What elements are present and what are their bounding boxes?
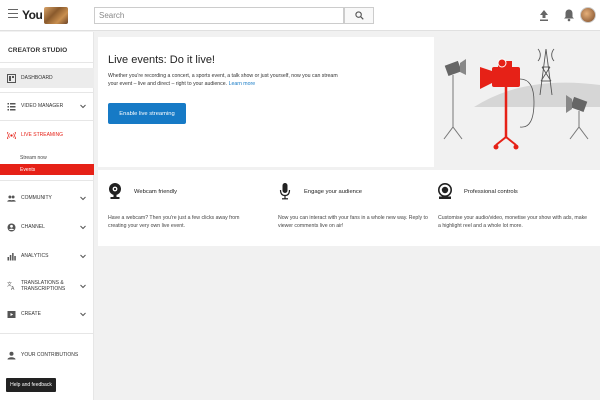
help-feedback-button[interactable]: Help and feedback: [6, 378, 56, 392]
sidebar-item-live-streaming[interactable]: LIVE STREAMING: [0, 125, 94, 145]
sidebar-subitem-events[interactable]: Events: [0, 164, 94, 175]
sidebar-item-label: VIDEO MANAGER: [21, 103, 64, 109]
logo[interactable]: You: [22, 6, 69, 24]
webcam-icon: [109, 183, 121, 199]
sidebar-item-community[interactable]: COMMUNITY: [0, 188, 94, 208]
sidebar-item-your-contributions[interactable]: YOUR CONTRIBUTIONS: [0, 345, 94, 365]
search-button[interactable]: [344, 7, 374, 24]
chevron-down-icon: [80, 284, 86, 289]
chevron-down-icon: [80, 196, 86, 201]
chevron-down-icon: [80, 312, 86, 317]
search-input[interactable]: [94, 7, 344, 24]
dashboard-icon: [7, 73, 16, 83]
features-panel: Webcam friendly Have a webcam? Then you'…: [98, 170, 600, 246]
feature-title: Engage your audience: [304, 189, 363, 195]
studio-light-icon: [443, 59, 466, 140]
sidebar-item-analytics[interactable]: ANALYTICS: [0, 246, 94, 266]
feature-description: Have a webcam? Then you're just a few cl…: [108, 215, 240, 229]
logo-doodle: [44, 6, 69, 24]
sidebar-item-label: TRANSLATIONS & TRANSCRIPTIONS: [21, 280, 66, 292]
chevron-down-icon: [80, 254, 86, 259]
hero-description-text: Whether you're recording a concert, a sp…: [108, 73, 338, 87]
bell-icon: [564, 9, 574, 22]
contributions-icon: [7, 351, 16, 360]
search-icon: [354, 11, 364, 20]
sidebar-item-label: COMMUNITY: [21, 195, 52, 201]
chevron-down-icon: [80, 104, 86, 109]
live-streaming-icon: [7, 131, 16, 140]
divider: [0, 120, 94, 121]
feature-professional: Professional controls Customise your aud…: [428, 170, 588, 246]
divider: [0, 92, 94, 93]
svg-text:A: A: [11, 286, 15, 291]
feature-engage: Engage your audience Now you can interac…: [268, 170, 428, 246]
learn-more-link[interactable]: Learn more: [229, 81, 256, 87]
create-icon: [7, 310, 16, 319]
divider: [0, 333, 94, 334]
sidebar-item-label: DASHBOARD: [21, 75, 53, 81]
feature-title: Webcam friendly: [134, 189, 178, 195]
feature-description: Now you can interact with your fans in a…: [278, 215, 428, 229]
sidebar-item-label: YOUR CONTRIBUTIONS: [21, 352, 79, 358]
channel-icon: [7, 223, 16, 232]
feature-description: Customise your audio/video, monetise you…: [438, 215, 588, 229]
professional-controls-icon: [438, 183, 452, 199]
menu-icon[interactable]: [8, 9, 18, 21]
sidebar-item-translations[interactable]: 文A TRANSLATIONS & TRANSCRIPTIONS: [0, 275, 94, 297]
feature-title: Professional controls: [464, 189, 518, 195]
sidebar-item-dashboard[interactable]: DASHBOARD: [0, 68, 94, 88]
upload-icon: [540, 10, 548, 21]
divider: [0, 62, 94, 63]
avatar[interactable]: [580, 7, 596, 23]
enable-live-streaming-button[interactable]: Enable live streaming: [108, 103, 186, 124]
hero-description: Whether you're recording a concert, a sp…: [108, 73, 338, 88]
sidebar-item-label: ANALYTICS: [21, 253, 49, 259]
live-streaming-illustration: [434, 37, 600, 167]
sidebar-item-label: LIVE STREAMING: [21, 132, 63, 138]
sidebar-item-create[interactable]: CREATE: [0, 304, 94, 324]
video-manager-icon: [7, 102, 16, 111]
creator-studio-title: CREATOR STUDIO: [8, 47, 68, 54]
community-icon: [7, 194, 16, 203]
divider: [0, 180, 94, 181]
analytics-icon: [7, 252, 16, 261]
feature-webcam: Webcam friendly Have a webcam? Then you'…: [98, 170, 258, 246]
sidebar-item-channel[interactable]: CHANNEL: [0, 217, 94, 237]
translate-icon: 文A: [7, 281, 16, 291]
upload-button[interactable]: [538, 9, 550, 22]
sidebar: CREATOR STUDIO DASHBOARD VIDEO MANAGER L…: [0, 32, 94, 400]
live-events-card: Live events: Do it live! Whether you're …: [98, 37, 434, 167]
sidebar-item-label: CREATE: [21, 311, 41, 317]
page-title: Live events: Do it live!: [108, 54, 215, 66]
sidebar-item-video-manager[interactable]: VIDEO MANAGER: [0, 96, 94, 116]
notifications-button[interactable]: [563, 8, 575, 22]
studio-light-icon: [566, 95, 589, 140]
chevron-down-icon: [80, 225, 86, 230]
sidebar-item-label: CHANNEL: [21, 224, 45, 230]
microphone-icon: [279, 183, 291, 200]
top-bar: You: [0, 0, 600, 31]
logo-text: You: [22, 8, 43, 22]
sidebar-subitem-stream-now[interactable]: Stream now: [0, 152, 94, 163]
